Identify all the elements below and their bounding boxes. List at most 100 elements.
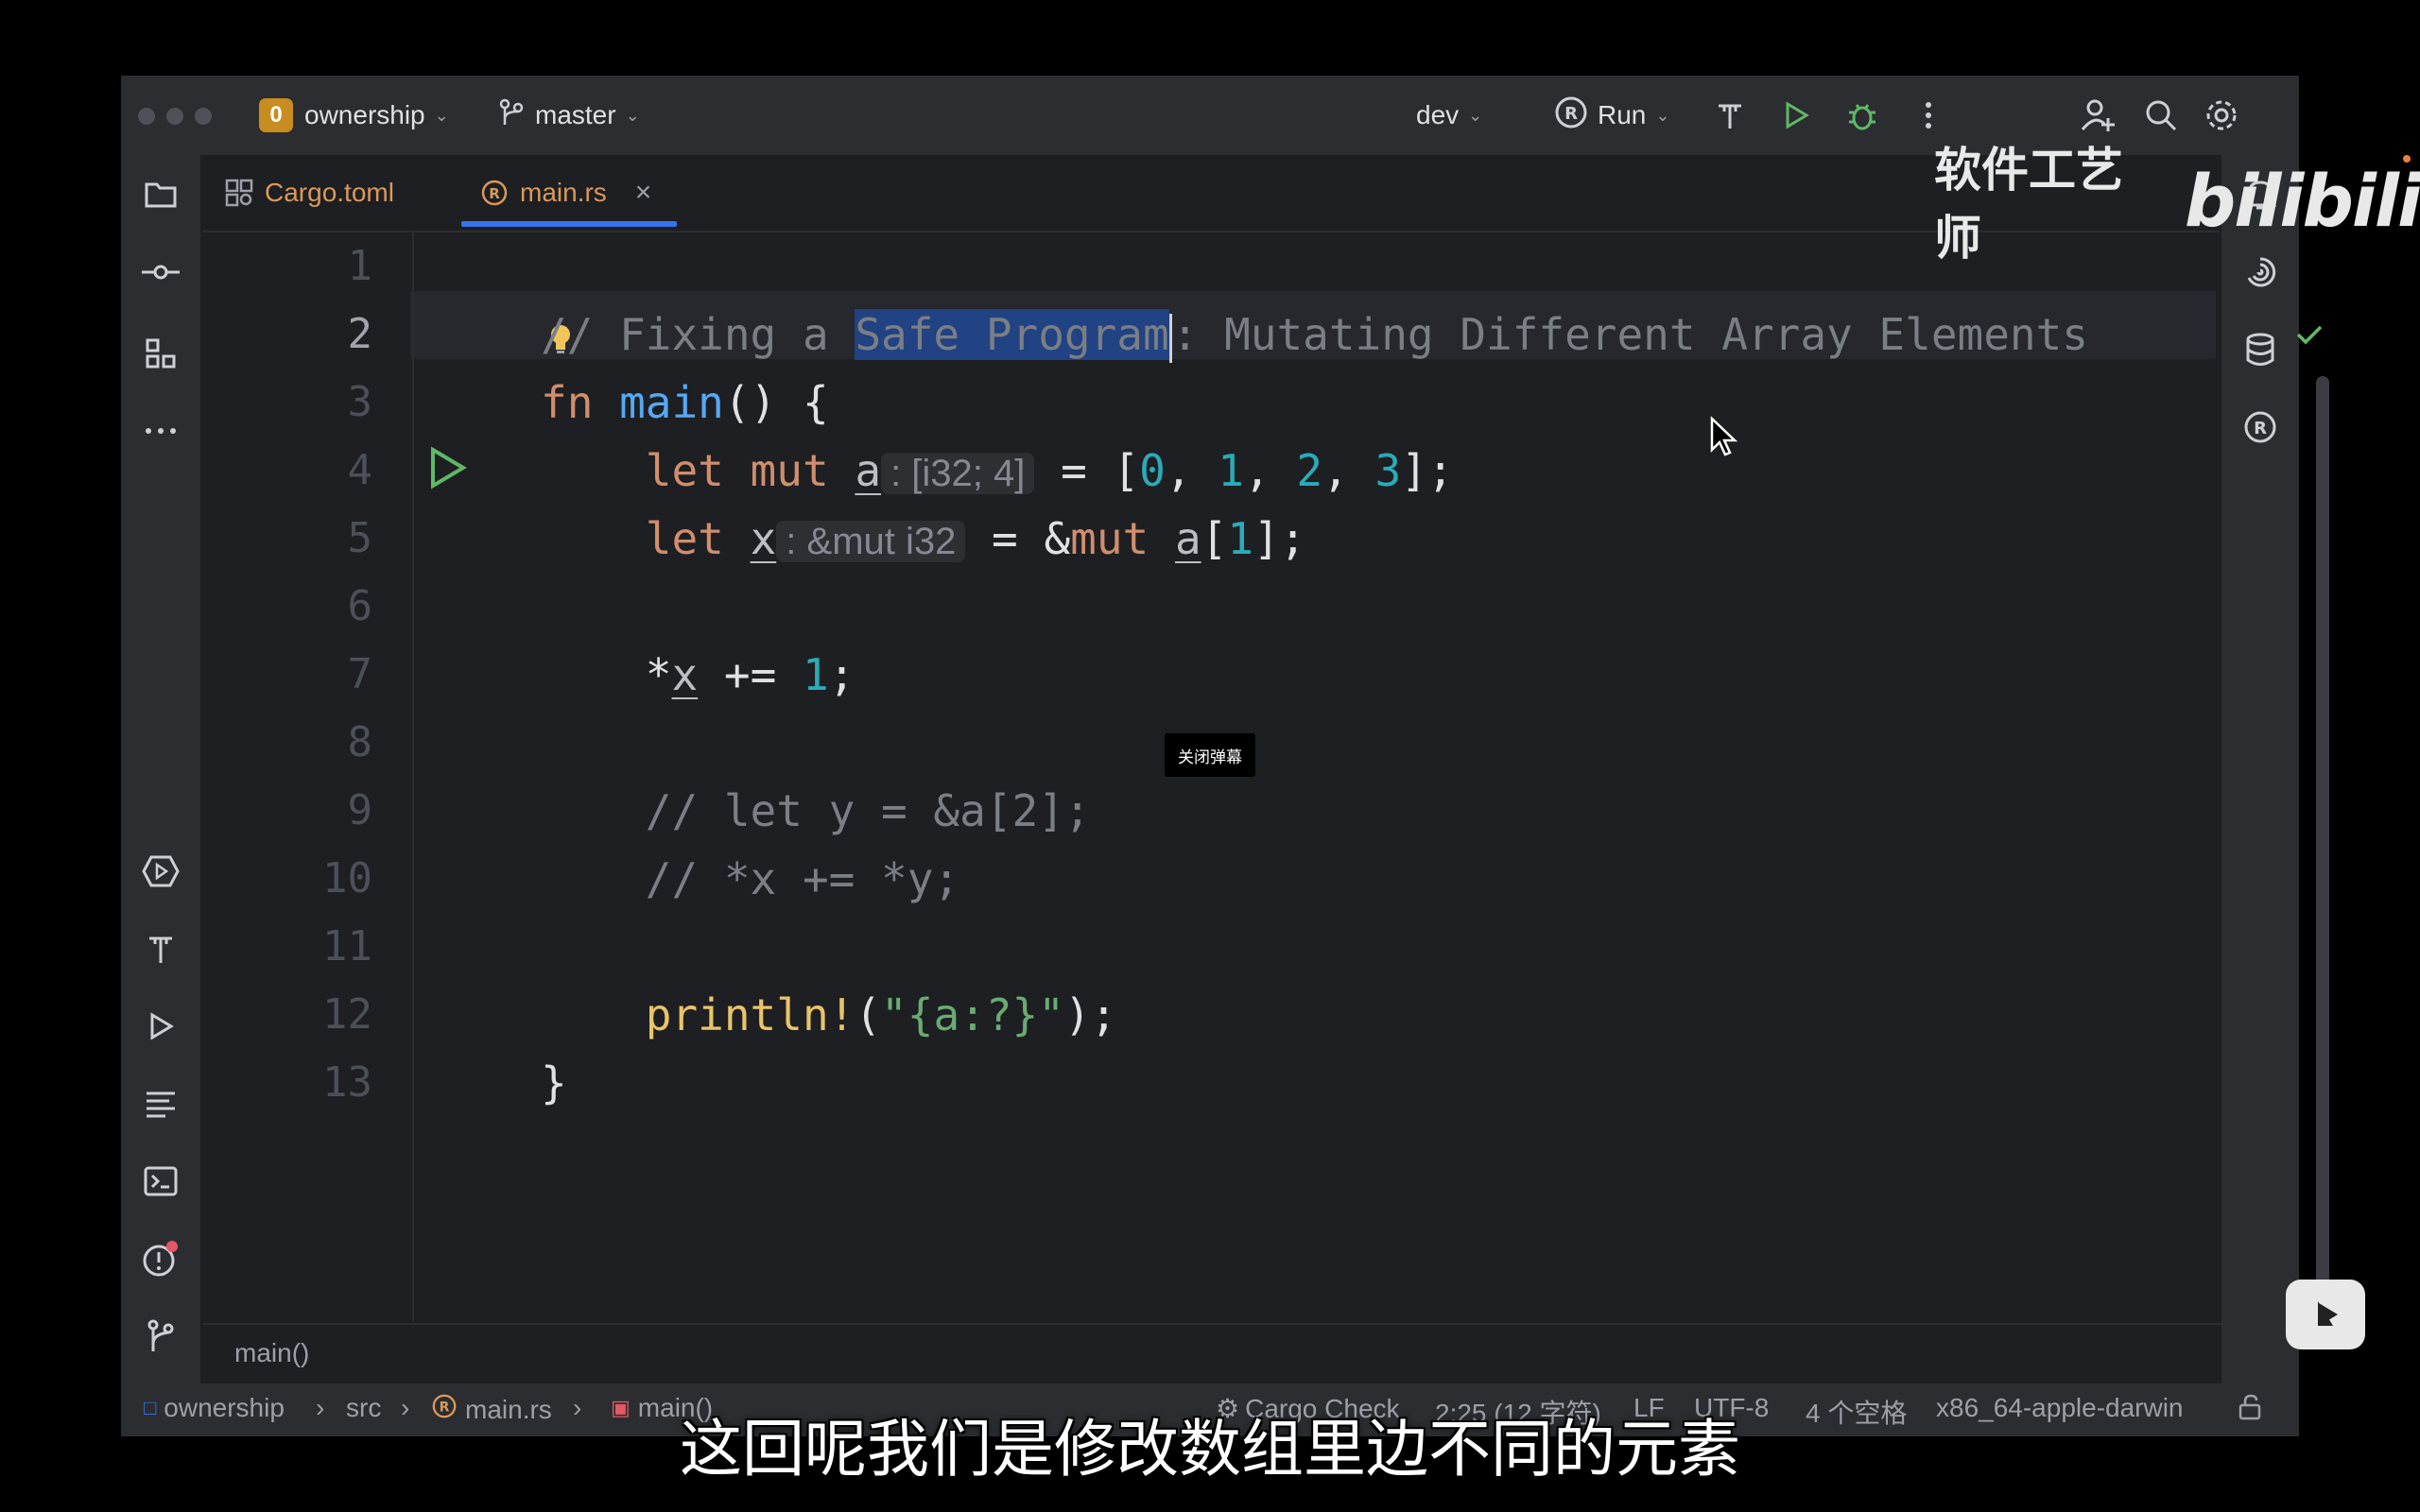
- code-line-12: println!("{a:?}");: [541, 981, 2346, 1049]
- todo-list-icon[interactable]: [142, 1085, 180, 1123]
- line-number: 1: [347, 242, 373, 290]
- selected-text: Safe Program: [855, 309, 1169, 360]
- branch-icon: [499, 98, 524, 133]
- services-icon[interactable]: [142, 852, 180, 890]
- code-line-3: fn main() {: [541, 369, 2346, 437]
- run-config-selector[interactable]: dev ⌄: [1416, 76, 1482, 155]
- mouse-pointer-icon: [1709, 416, 1738, 462]
- comment: // *x += *y;: [645, 853, 960, 904]
- build-hammer-icon[interactable]: [142, 930, 180, 968]
- code-line-13: }: [541, 1049, 2346, 1117]
- line-number: 5: [347, 514, 373, 562]
- editor-breadcrumb: main(): [202, 1323, 2221, 1385]
- folder-icon[interactable]: [142, 176, 180, 214]
- number: 2: [1296, 445, 1323, 496]
- code-line-4: let mut a: [i32; 4] = [0, 1, 2, 3];: [645, 445, 1454, 496]
- line-number: 4: [347, 446, 373, 494]
- project-badge: 0: [259, 98, 293, 132]
- more-vertical-icon[interactable]: [1910, 96, 1947, 134]
- punctuation: ];: [1401, 445, 1454, 496]
- svg-text:R: R: [1564, 104, 1578, 124]
- line-number: 8: [347, 718, 373, 766]
- terminal-icon[interactable]: [142, 1162, 180, 1200]
- tab-cargo-toml[interactable]: Cargo.toml: [225, 155, 394, 231]
- tab-label: Cargo.toml: [265, 178, 394, 207]
- gear-icon[interactable]: [2203, 96, 2240, 134]
- variable: a: [1174, 513, 1201, 564]
- tab-label: main.rs: [520, 178, 607, 207]
- zoom-window-button[interactable]: [195, 108, 212, 125]
- type-hint: : [i32; 4]: [881, 453, 1035, 494]
- format-string: {a:?}: [907, 989, 1039, 1040]
- function-name: main: [619, 377, 724, 428]
- line-number: 11: [322, 922, 372, 971]
- structure-icon[interactable]: [142, 335, 180, 372]
- rust-file-icon: R: [480, 179, 509, 207]
- minimize-window-button[interactable]: [166, 108, 183, 125]
- punctuation: }: [541, 1057, 567, 1108]
- branch-selector[interactable]: master ⌄: [499, 76, 640, 155]
- variable: a: [855, 445, 882, 496]
- project-selector[interactable]: 0 ownership ⌄: [259, 76, 449, 155]
- code-line-7: *x += 1;: [541, 641, 2346, 709]
- breadcrumb-function[interactable]: main(): [234, 1338, 309, 1368]
- code-line-5: let x: &mut i32 = &mut a[1];: [645, 513, 1306, 564]
- number: 1: [802, 649, 829, 700]
- string: ": [1038, 989, 1064, 1040]
- tab-main-rs[interactable]: R main.rs ×: [480, 155, 651, 231]
- number: 1: [1227, 513, 1254, 564]
- variable: x: [671, 649, 699, 700]
- chevron-down-icon: ⌄: [1468, 105, 1483, 125]
- punctuation: );: [1063, 989, 1117, 1040]
- chevron-down-icon: ⌄: [434, 105, 449, 125]
- search-icon[interactable]: [2142, 96, 2180, 134]
- keyword: fn: [541, 377, 594, 428]
- line-number: 10: [322, 854, 372, 902]
- keyword: mut: [1070, 513, 1150, 564]
- chevron-down-icon: ⌄: [625, 105, 640, 125]
- punctuation: (: [855, 989, 882, 1040]
- line-number: 2: [347, 310, 373, 358]
- settings-file-icon: [225, 179, 253, 207]
- problems-icon[interactable]: [142, 1240, 180, 1278]
- debug-bug-icon[interactable]: [1843, 96, 1881, 134]
- git-icon[interactable]: [142, 1317, 180, 1355]
- run-label: Run: [1598, 100, 1647, 129]
- run-button[interactable]: R Run ⌄: [1554, 76, 1669, 155]
- variable: x: [750, 513, 777, 564]
- bilibili-tv-icon[interactable]: [2286, 1280, 2365, 1349]
- number: 3: [1374, 445, 1402, 496]
- run-play-icon[interactable]: [1777, 96, 1815, 134]
- commit-icon[interactable]: [142, 253, 180, 291]
- comment: : Mutating Different Array Elements: [1171, 309, 2088, 360]
- watermark-text: 软件工艺师: [1934, 143, 2123, 266]
- build-hammer-icon[interactable]: [1711, 96, 1749, 134]
- code-editor[interactable]: // Fixing a Safe Program: Mutating Diffe…: [414, 232, 2220, 1321]
- line-number: 12: [322, 990, 372, 1039]
- line-number: 6: [347, 582, 373, 630]
- run-icon[interactable]: [142, 1007, 180, 1045]
- code-line-9: // let y = &a[2];: [541, 777, 2346, 845]
- operator: +=: [698, 649, 803, 700]
- comment: // Fixing a: [541, 309, 856, 360]
- line-number-gutter: 1 2 3 4 5 6 7 8 9 10 11 12 13: [202, 232, 410, 1321]
- close-window-button[interactable]: [138, 108, 155, 125]
- punctuation: = &: [965, 513, 1071, 564]
- window-controls[interactable]: [138, 108, 212, 125]
- punctuation: ];: [1253, 513, 1306, 564]
- line-number: 3: [347, 378, 373, 426]
- more-horizontal-icon[interactable]: [142, 412, 180, 450]
- line-number: 7: [347, 650, 373, 698]
- macro: println!: [645, 989, 856, 1040]
- video-subtitle: 这回呢我们是修改数组里边不同的元素: [680, 1413, 1740, 1486]
- add-user-icon[interactable]: [2080, 96, 2118, 134]
- svg-text:R: R: [489, 185, 500, 202]
- punctuation: ;: [828, 649, 856, 700]
- line-number: 9: [347, 786, 373, 834]
- editor-scrollbar[interactable]: [2316, 376, 2329, 1289]
- close-tab-icon[interactable]: ×: [635, 177, 652, 209]
- keyword: let: [645, 513, 724, 564]
- close-danmu-button[interactable]: 关闭弹幕: [1165, 733, 1255, 777]
- comment: // let y = &a[2];: [645, 785, 1091, 836]
- punctuation: () {: [723, 377, 829, 428]
